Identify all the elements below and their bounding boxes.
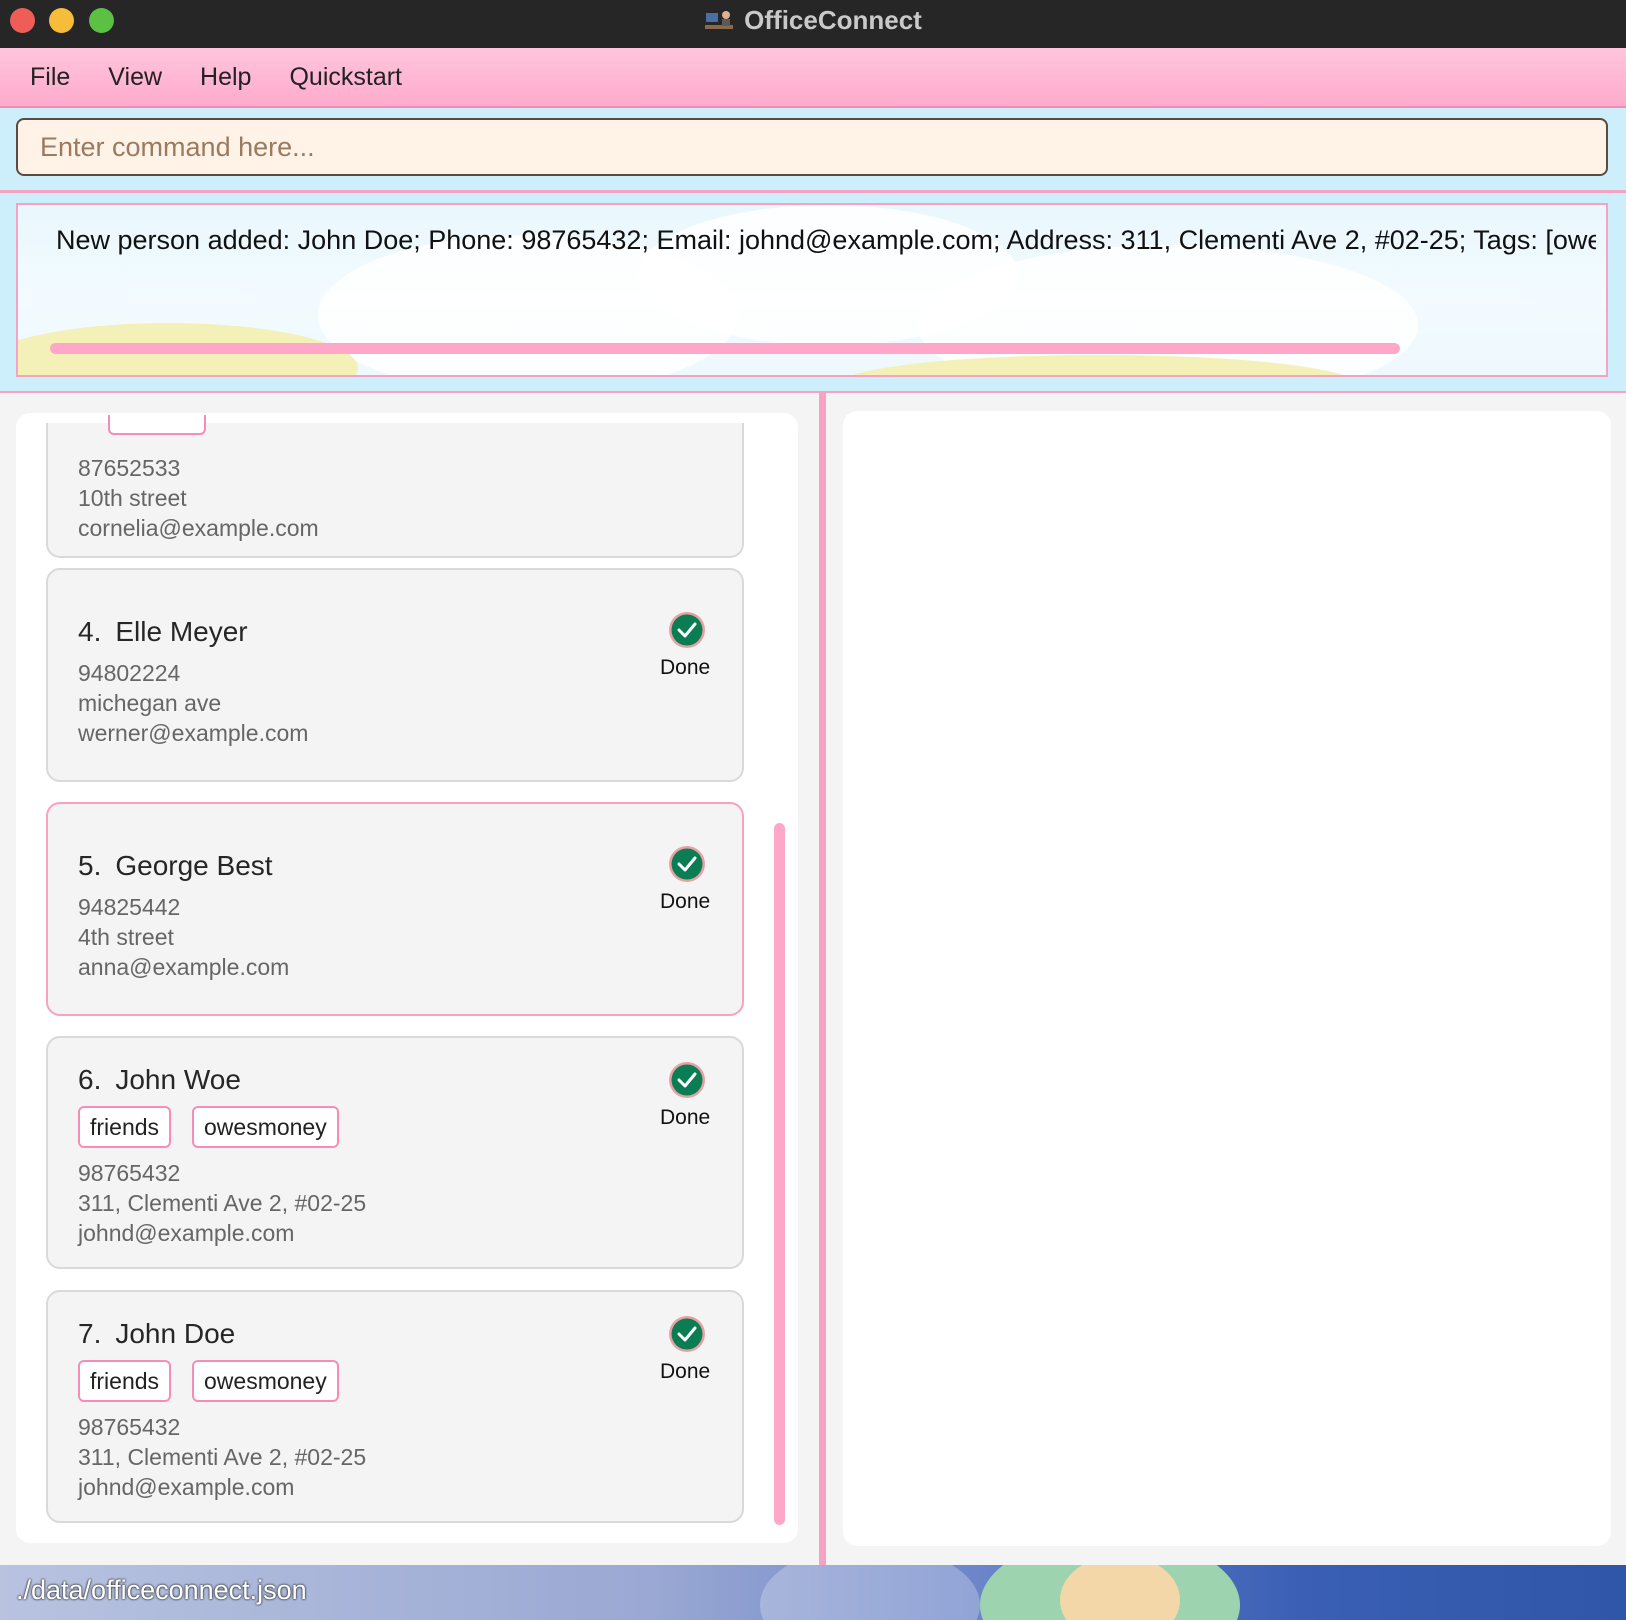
person-name: 4. Elle Meyer — [78, 616, 248, 648]
app-title: OfficeConnect — [744, 4, 922, 35]
person-address: 311, Clementi Ave 2, #02-25 — [78, 1190, 367, 1216]
check-circle-icon — [669, 1316, 705, 1352]
status-label: Done — [660, 1360, 711, 1383]
person-email: werner@example.com — [78, 720, 309, 746]
person-name: 6. John Woe — [78, 1064, 241, 1096]
person-index: 5. — [78, 850, 102, 881]
person-email: johnd@example.com — [78, 1474, 295, 1500]
person-name: 7. John Doe — [78, 1318, 235, 1350]
menu-bar: File View Help Quickstart — [0, 48, 1626, 108]
result-area: New person added: John Doe; Phone: 98765… — [0, 193, 1626, 393]
person-name: 5. George Best — [78, 850, 273, 882]
tag-friends: friends — [78, 1106, 172, 1148]
person-phone: 98765432 — [78, 1160, 181, 1186]
menu-help[interactable]: Help — [200, 63, 251, 92]
tag-owesmoney: owesmoney — [192, 1360, 339, 1402]
tag-owesmoney: owesmoney — [192, 1106, 339, 1148]
status-label: Done — [660, 656, 711, 679]
person-name-text: George Best — [115, 850, 273, 881]
status-label: Done — [660, 890, 711, 913]
person-phone: 87652533 — [78, 455, 181, 481]
tag-friends: friends — [78, 1360, 172, 1402]
person-name-text: John Woe — [115, 1064, 241, 1095]
person-index: 4. — [78, 616, 102, 647]
check-circle-icon — [669, 846, 705, 882]
check-circle-icon — [669, 612, 705, 648]
person-email: johnd@example.com — [78, 1220, 295, 1246]
command-input[interactable] — [16, 118, 1608, 176]
person-address: 4th street — [78, 924, 174, 950]
status-label: Done — [660, 1106, 711, 1129]
person-card[interactable]: 87652533 10th street cornelia@example.co… — [46, 415, 744, 558]
person-address: 311, Clementi Ave 2, #02-25 — [78, 1444, 367, 1470]
person-card[interactable]: 5. George Best 94825442 4th street anna@e… — [46, 802, 744, 1016]
person-name-text: John Doe — [115, 1318, 236, 1349]
check-circle-icon — [669, 1062, 705, 1098]
person-phone: 94802224 — [78, 660, 181, 686]
panel-splitter[interactable] — [819, 391, 826, 1565]
title-bar: OfficeConnect — [0, 0, 1626, 48]
person-address: 10th street — [78, 485, 187, 511]
result-horizontal-scrollbar[interactable] — [50, 343, 1400, 354]
person-index: 7. — [78, 1318, 102, 1349]
menu-file[interactable]: File — [30, 63, 70, 92]
person-card[interactable]: 6. John Woe friends owesmoney 98765432 31… — [46, 1036, 744, 1269]
menu-view[interactable]: View — [108, 63, 162, 92]
person-card[interactable]: 4. Elle Meyer 94802224 michegan ave werne… — [46, 568, 744, 782]
status-bar: ./data/officeconnect.json — [0, 1565, 1626, 1620]
person-phone: 98765432 — [78, 1414, 181, 1440]
result-display: New person added: John Doe; Phone: 98765… — [16, 203, 1608, 377]
person-index: 6. — [78, 1064, 102, 1095]
person-email: anna@example.com — [78, 954, 290, 980]
save-location-path: ./data/officeconnect.json — [16, 1575, 307, 1605]
list-vertical-scrollbar[interactable] — [774, 823, 785, 1525]
person-address: michegan ave — [78, 690, 222, 716]
menu-quickstart[interactable]: Quickstart — [289, 63, 402, 92]
person-phone: 94825442 — [78, 894, 181, 920]
app-icon — [705, 11, 734, 29]
detail-panel — [843, 411, 1611, 1546]
tag — [108, 415, 206, 435]
result-text: New person added: John Doe; Phone: 98765… — [56, 225, 1596, 255]
person-email: cornelia@example.com — [78, 515, 319, 541]
person-list-panel: 87652533 10th street cornelia@example.co… — [16, 413, 798, 1543]
person-card[interactable]: 7. John Doe friends owesmoney 98765432 31… — [46, 1290, 744, 1523]
command-area — [0, 108, 1626, 193]
person-name-text: Elle Meyer — [115, 616, 248, 647]
